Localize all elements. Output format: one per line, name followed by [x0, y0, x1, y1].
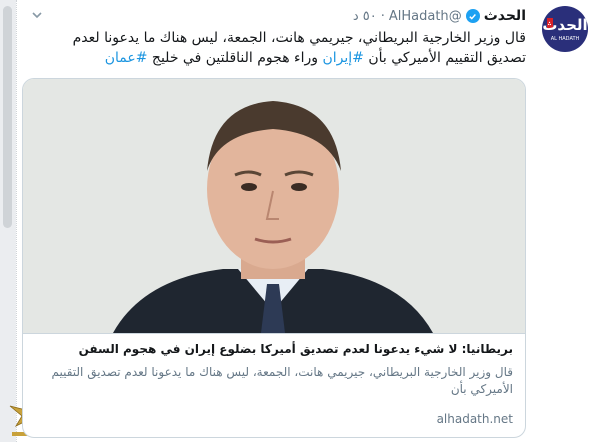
tweet[interactable]: الحدث AL HADATH الحدث @AlHadath · ٥٠ د ق… — [20, 0, 596, 442]
tweet-header: الحدث @AlHadath · ٥٠ د — [353, 6, 526, 26]
card-domain[interactable]: alhadath.net — [437, 412, 513, 426]
card-title[interactable]: بريطانيا: لا شيء يدعونا لعدم تصديق أميرك… — [35, 342, 513, 356]
hashtag-iran[interactable]: #إيران — [322, 50, 363, 66]
tweet-text-mid: وراء هجوم الناقلتين في خليج — [147, 50, 323, 66]
card-meta[interactable]: بريطانيا: لا شيء يدعونا لعدم تصديق أميرك… — [23, 333, 525, 437]
tweet-screenshot: الحدث AL HADATH الحدث @AlHadath · ٥٠ د ق… — [0, 0, 596, 442]
portrait-photo — [23, 79, 525, 333]
hashtag-oman[interactable]: #عمان — [105, 50, 148, 66]
separator-dot: · — [380, 8, 385, 24]
avatar[interactable]: الحدث AL HADATH — [542, 6, 588, 52]
verified-badge-icon — [465, 9, 480, 23]
link-card[interactable]: بريطانيا: لا شيء يدعونا لعدم تصديق أميرك… — [22, 78, 526, 438]
divider — [16, 0, 17, 442]
timestamp[interactable]: ٥٠ د — [353, 9, 377, 24]
left-panel — [0, 0, 16, 442]
avatar-logo-subtext: AL HADATH — [550, 36, 580, 42]
tweet-text: قال وزير الخارجية البريطاني، جيريمي هانت… — [42, 28, 526, 68]
display-name[interactable]: الحدث — [484, 8, 526, 24]
user-handle[interactable]: @AlHadath — [389, 9, 462, 24]
card-photo[interactable] — [23, 79, 525, 333]
card-description: قال وزير الخارجية البريطاني، جيريمي هانت… — [51, 365, 513, 396]
chevron-down-icon[interactable] — [30, 8, 44, 22]
scrollbar[interactable] — [3, 6, 12, 228]
avatar-logo-text: الحدث — [542, 16, 588, 34]
